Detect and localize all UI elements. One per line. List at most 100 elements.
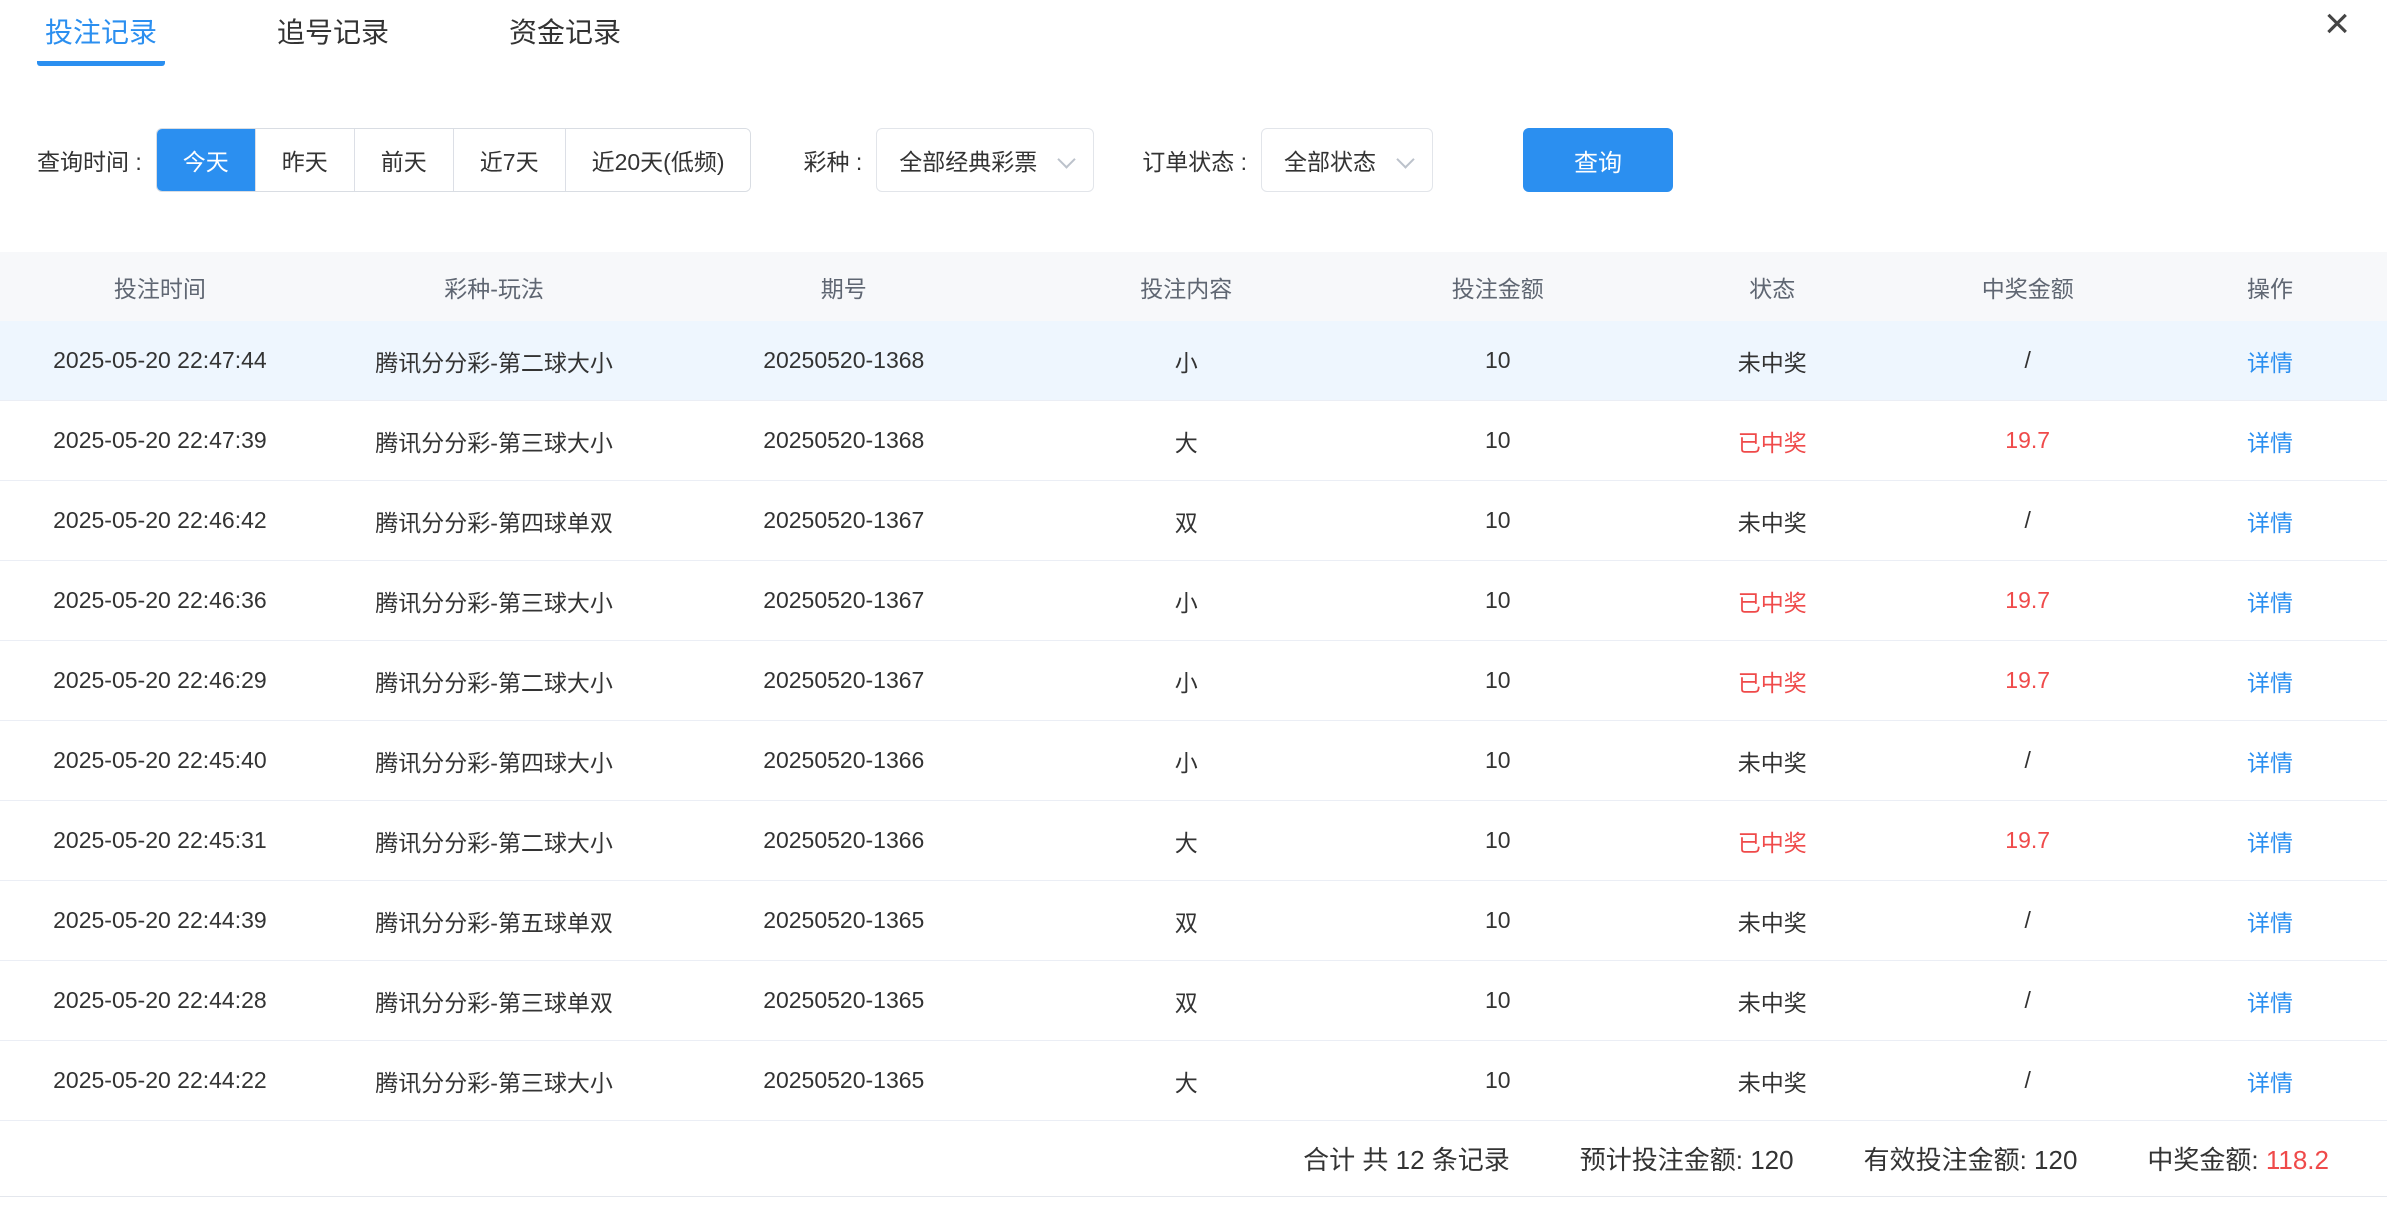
time-option-0[interactable]: 今天	[157, 129, 255, 191]
summary-prize: 中奖金额: 118.2	[2147, 1140, 2329, 1177]
detail-link[interactable]: 详情	[2153, 424, 2387, 458]
cell-prize: /	[1902, 507, 2153, 534]
cell-time: 2025-05-20 22:45:31	[0, 827, 320, 854]
tab-追号记录[interactable]: 追号记录	[269, 0, 397, 66]
cell-time: 2025-05-20 22:46:36	[0, 587, 320, 614]
cell-status: 已中奖	[1642, 424, 1902, 458]
table-row: 2025-05-20 22:44:28腾讯分分彩-第三球单双20250520-1…	[0, 961, 2387, 1041]
close-icon[interactable]: ×	[2324, 2, 2350, 46]
cell-prize: /	[1902, 1067, 2153, 1094]
summary-bar: 合计 共 12 条记录 预计投注金额: 120 有效投注金额: 120 中奖金额…	[0, 1121, 2387, 1197]
cell-amount: 10	[1353, 587, 1642, 614]
lottery-select[interactable]: 全部经典彩票	[876, 128, 1094, 192]
cell-game: 腾讯分分彩-第五球单双	[320, 904, 669, 938]
table-row: 2025-05-20 22:47:39腾讯分分彩-第三球大小20250520-1…	[0, 401, 2387, 481]
order-status-select-value: 全部状态	[1284, 143, 1376, 177]
cell-amount: 10	[1353, 827, 1642, 854]
summary-prize-label: 中奖金额:	[2147, 1145, 2265, 1175]
filter-bar: 查询时间 : 今天昨天前天近7天近20天(低频) 彩种 : 全部经典彩票 订单状…	[0, 128, 2387, 192]
table-row: 2025-05-20 22:47:44腾讯分分彩-第二球大小20250520-1…	[0, 321, 2387, 401]
detail-link[interactable]: 详情	[2153, 664, 2387, 698]
header-cell-5: 状态	[1642, 270, 1902, 304]
header-cell-0: 投注时间	[0, 270, 320, 304]
cell-amount: 10	[1353, 347, 1642, 374]
detail-link[interactable]: 详情	[2153, 984, 2387, 1018]
cell-game: 腾讯分分彩-第四球单双	[320, 504, 669, 538]
cell-prize: /	[1902, 747, 2153, 774]
time-option-4[interactable]: 近20天(低频)	[565, 129, 751, 191]
cell-status: 未中奖	[1642, 344, 1902, 378]
tab-list: 投注记录 追号记录 资金记录	[37, 0, 733, 66]
header-cell-3: 投注内容	[1019, 270, 1353, 304]
cell-amount: 10	[1353, 667, 1642, 694]
cell-status: 未中奖	[1642, 984, 1902, 1018]
cell-game: 腾讯分分彩-第三球大小	[320, 1064, 669, 1098]
cell-amount: 10	[1353, 747, 1642, 774]
chevron-down-icon	[1396, 150, 1414, 168]
cell-issue: 20250520-1367	[668, 667, 1019, 694]
detail-link[interactable]: 详情	[2153, 824, 2387, 858]
detail-link[interactable]: 详情	[2153, 584, 2387, 618]
cell-status: 未中奖	[1642, 1064, 1902, 1098]
cell-content: 小	[1019, 584, 1353, 618]
cell-content: 大	[1019, 1064, 1353, 1098]
detail-link[interactable]: 详情	[2153, 344, 2387, 378]
table-row: 2025-05-20 22:46:42腾讯分分彩-第四球单双20250520-1…	[0, 481, 2387, 561]
detail-link[interactable]: 详情	[2153, 504, 2387, 538]
cell-amount: 10	[1353, 1067, 1642, 1094]
query-button[interactable]: 查询	[1523, 128, 1673, 192]
table-header-row: 投注时间彩种-玩法期号投注内容投注金额状态中奖金额操作	[0, 252, 2387, 321]
cell-time: 2025-05-20 22:45:40	[0, 747, 320, 774]
detail-link[interactable]: 详情	[2153, 1064, 2387, 1098]
cell-prize: 19.7	[1902, 667, 2153, 694]
cell-content: 小	[1019, 344, 1353, 378]
table-row: 2025-05-20 22:46:36腾讯分分彩-第三球大小20250520-1…	[0, 561, 2387, 641]
cell-issue: 20250520-1366	[668, 827, 1019, 854]
time-option-3[interactable]: 近7天	[453, 129, 565, 191]
header-cell-1: 彩种-玩法	[320, 270, 669, 304]
cell-issue: 20250520-1368	[668, 427, 1019, 454]
cell-amount: 10	[1353, 987, 1642, 1014]
cell-time: 2025-05-20 22:46:42	[0, 507, 320, 534]
cell-time: 2025-05-20 22:44:39	[0, 907, 320, 934]
header-cell-6: 中奖金额	[1902, 270, 2153, 304]
cell-content: 大	[1019, 824, 1353, 858]
cell-time: 2025-05-20 22:47:39	[0, 427, 320, 454]
tab-资金记录[interactable]: 资金记录	[501, 0, 629, 66]
time-option-2[interactable]: 前天	[354, 129, 453, 191]
order-status-filter-label: 订单状态 :	[1142, 143, 1247, 177]
cell-amount: 10	[1353, 427, 1642, 454]
cell-prize: /	[1902, 907, 2153, 934]
cell-game: 腾讯分分彩-第二球大小	[320, 344, 669, 378]
cell-game: 腾讯分分彩-第三球大小	[320, 584, 669, 618]
betting-records-modal: 投注记录 追号记录 资金记录 × 查询时间 : 今天昨天前天近7天近20天(低频) …	[0, 0, 2387, 1211]
cell-content: 双	[1019, 504, 1353, 538]
time-filter-label: 查询时间 :	[37, 143, 142, 177]
cell-time: 2025-05-20 22:47:44	[0, 347, 320, 374]
cell-status: 未中奖	[1642, 744, 1902, 778]
table-row: 2025-05-20 22:44:39腾讯分分彩-第五球单双20250520-1…	[0, 881, 2387, 961]
cell-issue: 20250520-1366	[668, 747, 1019, 774]
cell-issue: 20250520-1367	[668, 587, 1019, 614]
cell-game: 腾讯分分彩-第三球大小	[320, 424, 669, 458]
table-row: 2025-05-20 22:44:22腾讯分分彩-第三球大小20250520-1…	[0, 1041, 2387, 1121]
summary-expected-amount: 预计投注金额: 120	[1580, 1140, 1794, 1177]
cell-content: 大	[1019, 424, 1353, 458]
cell-issue: 20250520-1365	[668, 1067, 1019, 1094]
table-row: 2025-05-20 22:45:40腾讯分分彩-第四球大小20250520-1…	[0, 721, 2387, 801]
order-status-select[interactable]: 全部状态	[1261, 128, 1433, 192]
cell-game: 腾讯分分彩-第二球大小	[320, 664, 669, 698]
time-option-1[interactable]: 昨天	[255, 129, 354, 191]
cell-time: 2025-05-20 22:44:22	[0, 1067, 320, 1094]
header-cell-4: 投注金额	[1353, 270, 1642, 304]
header-cell-7: 操作	[2153, 270, 2387, 304]
cell-issue: 20250520-1368	[668, 347, 1019, 374]
detail-link[interactable]: 详情	[2153, 904, 2387, 938]
cell-game: 腾讯分分彩-第三球单双	[320, 984, 669, 1018]
tab-投注记录[interactable]: 投注记录	[37, 0, 165, 66]
records-table: 投注时间彩种-玩法期号投注内容投注金额状态中奖金额操作 2025-05-20 2…	[0, 252, 2387, 1121]
summary-total-records: 合计 共 12 条记录	[1303, 1140, 1510, 1177]
table-row: 2025-05-20 22:46:29腾讯分分彩-第二球大小20250520-1…	[0, 641, 2387, 721]
cell-status: 未中奖	[1642, 904, 1902, 938]
detail-link[interactable]: 详情	[2153, 744, 2387, 778]
